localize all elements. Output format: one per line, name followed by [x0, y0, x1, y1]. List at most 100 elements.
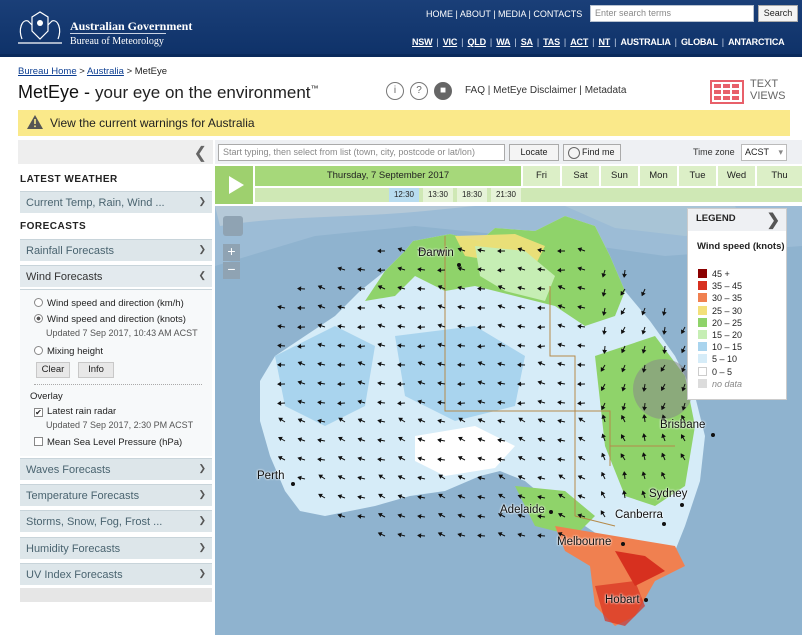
day-fri[interactable]: Fri [523, 166, 560, 186]
city-melbourne: Melbourne [557, 536, 612, 548]
radio-mixing[interactable]: Mixing height [34, 346, 103, 357]
legend-panel: LEGEND ❯ Wind speed (knots) 45 + 35 – 45 30… [687, 208, 787, 400]
nav-about[interactable]: ABOUT [460, 9, 491, 19]
day-tue[interactable]: Tue [679, 166, 716, 186]
state-global[interactable]: GLOBAL [681, 37, 718, 47]
radio-knots[interactable]: Wind speed and direction (knots) [34, 314, 186, 325]
location-input[interactable]: Start typing, then select from list (tow… [218, 144, 505, 161]
chevron-down-icon: ▾ [778, 147, 783, 157]
warning-icon [27, 115, 43, 129]
timeline: Thursday, 7 September 2017 Fri Sat Sun M… [215, 166, 802, 204]
forecasts-heading: FORECASTS [20, 221, 87, 232]
day-sat[interactable]: Sat [562, 166, 599, 186]
top-nav: HOME | ABOUT | MEDIA | CONTACTS [426, 9, 583, 19]
legend-header[interactable]: LEGEND ❯ [688, 209, 786, 231]
text-views-label: TEXT VIEWS [750, 78, 786, 102]
overlay-label: Overlay [30, 391, 63, 402]
hour-1830[interactable]: 18:30 [457, 188, 487, 202]
legend-item: 20 – 25 [698, 317, 742, 328]
accordion-humidity[interactable]: Humidity Forecasts ❯ [20, 537, 212, 559]
find-me-button[interactable]: Find me [563, 144, 621, 161]
hour-1230[interactable]: 12:30 [389, 188, 419, 202]
crumb-current: MetEye [134, 66, 167, 77]
map-controls: Start typing, then select from list (tow… [215, 140, 802, 164]
disclaimer-link[interactable]: MetEye Disclaimer [493, 85, 576, 96]
chevron-right-icon: ❯ [766, 212, 780, 229]
warning-banner[interactable]: View the current warnings for Australia [18, 110, 790, 136]
locate-button[interactable]: Locate [509, 144, 559, 161]
feedback-icon[interactable]: ■ [434, 82, 452, 100]
state-antarctica[interactable]: ANTARCTICA [728, 37, 785, 47]
coat-of-arms-logo[interactable] [14, 9, 66, 47]
chevron-down-icon: ❯ [198, 196, 206, 206]
metadata-link[interactable]: Metadata [585, 85, 627, 96]
state-nsw[interactable]: NSW [412, 37, 433, 47]
state-act[interactable]: ACT [570, 37, 588, 47]
city-darwin: Darwin [418, 247, 454, 259]
state-vic[interactable]: VIC [443, 37, 458, 47]
zoom-out-button[interactable]: − [223, 262, 240, 279]
checkbox-radar[interactable]: ✔ Latest rain radar [34, 406, 116, 417]
crumb-australia[interactable]: Australia [87, 66, 124, 77]
accordion-uv[interactable]: UV Index Forecasts ❯ [20, 563, 212, 585]
help-icon[interactable]: ? [410, 82, 428, 100]
nav-contacts[interactable]: CONTACTS [533, 9, 582, 19]
state-wa[interactable]: WA [496, 37, 510, 47]
day-thu[interactable]: Thu [757, 166, 802, 186]
collapse-bar[interactable]: ❮ [18, 140, 213, 164]
accordion-rainfall[interactable]: Rainfall Forecasts ❯ [20, 239, 212, 261]
state-tas[interactable]: TAS [543, 37, 560, 47]
accordion-storms[interactable]: Storms, Snow, Fog, Frost ... ❯ [20, 510, 212, 532]
search-input[interactable]: Enter search terms [590, 5, 754, 22]
radio-kmh[interactable]: Wind speed and direction (km/h) [34, 298, 184, 309]
search-button[interactable]: Search [758, 5, 798, 22]
accordion-current[interactable]: Current Temp, Rain, Wind ... ❯ [20, 191, 212, 213]
crumb-home[interactable]: Bureau Home [18, 66, 77, 77]
chevron-down-icon: ❯ [198, 244, 206, 254]
state-nav: NSW | VIC | QLD | WA | SA | TAS | ACT | NT | AUSTRALIA | G… [412, 37, 785, 47]
nav-media[interactable]: MEDIA [498, 9, 526, 19]
state-australia[interactable]: AUSTRALIA [620, 37, 670, 47]
state-sa[interactable]: SA [521, 37, 533, 47]
info-button[interactable]: Info [78, 362, 114, 378]
info-icon[interactable]: i [386, 82, 404, 100]
reset-view-icon[interactable] [223, 216, 243, 236]
header-links: FAQ | MetEye Disclaimer | Metadata [465, 85, 627, 96]
city-sydney: Sydney [649, 488, 688, 500]
legend-item: 10 – 15 [698, 342, 742, 352]
day-wed[interactable]: Wed [718, 166, 755, 186]
chevron-up-icon: ❮ [198, 270, 206, 280]
day-sun[interactable]: Sun [601, 166, 638, 186]
warning-text: View the current warnings for Australia [50, 116, 255, 130]
latest-weather-heading: LATEST WEATHER [20, 174, 118, 185]
accordion-waves[interactable]: Waves Forecasts ❯ [20, 458, 212, 480]
play-button[interactable] [215, 166, 253, 204]
legend-item: 5 – 10 [698, 354, 737, 364]
zoom-in-button[interactable]: + [223, 244, 240, 261]
wind-updated: Updated 7 Sep 2017, 10:43 AM ACST [46, 328, 198, 338]
chevron-left-icon[interactable]: ❮ [194, 143, 207, 163]
timezone-select[interactable]: ACST ▾ [741, 144, 787, 161]
bom-title: Bureau of Meteorology [70, 36, 164, 47]
gov-title: Australian Government [70, 19, 193, 33]
day-mon[interactable]: Mon [640, 166, 677, 186]
accordion-temperature[interactable]: Temperature Forecasts ❯ [20, 484, 212, 506]
state-nt[interactable]: NT [598, 37, 610, 47]
day-current[interactable]: Thursday, 7 September 2017 [255, 166, 521, 186]
hour-strip[interactable]: 12:30 13:30 18:30 21:30 [255, 188, 802, 202]
city-brisbane: Brisbane [660, 419, 706, 431]
city-hobart: Hobart [605, 594, 640, 606]
hour-2130[interactable]: 21:30 [491, 188, 521, 202]
timezone-label: Time zone [693, 147, 735, 157]
radar-updated: Updated 7 Sep 2017, 2:30 PM ACST [46, 420, 194, 430]
clear-button[interactable]: Clear [36, 362, 70, 378]
legend-item: 30 – 35 [698, 293, 742, 303]
checkbox-mslp[interactable]: Mean Sea Level Pressure (hPa) [34, 437, 182, 448]
nav-home[interactable]: HOME [426, 9, 453, 19]
hour-1330[interactable]: 13:30 [423, 188, 453, 202]
state-qld[interactable]: QLD [468, 37, 487, 47]
legend-title: Wind speed (knots) [697, 241, 785, 252]
faq-link[interactable]: FAQ [465, 85, 485, 96]
accordion-wind[interactable]: Wind Forecasts ❮ [20, 265, 212, 287]
legend-item: no data [698, 378, 742, 389]
